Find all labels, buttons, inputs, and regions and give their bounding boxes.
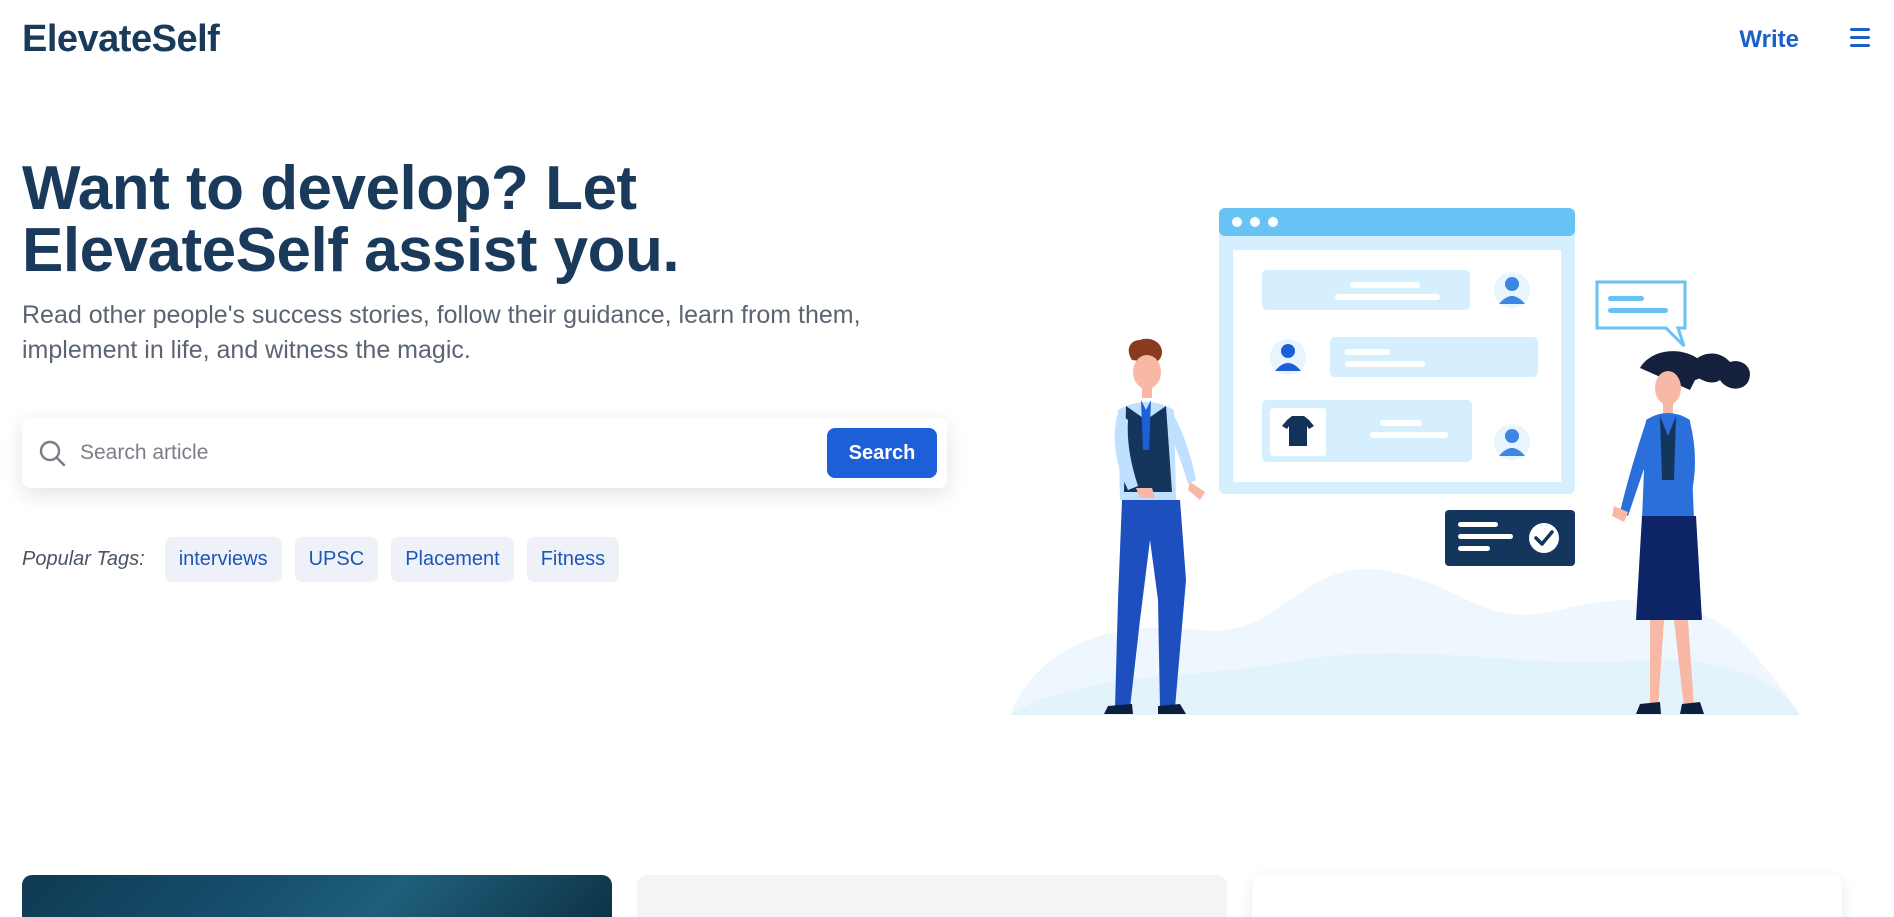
tag-upsc[interactable]: UPSC [294, 537, 379, 582]
tag-placement[interactable]: Placement [391, 537, 514, 582]
hero-illustration [1010, 208, 1800, 715]
search-button[interactable]: Search [827, 428, 937, 478]
search-bar: Search [22, 418, 947, 488]
search-icon [39, 440, 66, 467]
check-card-graphic [1445, 510, 1575, 566]
hero-subtitle: Read other people's success stories, fol… [22, 301, 861, 364]
article-card-2[interactable] [637, 875, 1227, 917]
tag-fitness[interactable]: Fitness [526, 537, 620, 582]
article-card-1[interactable] [22, 875, 612, 917]
tag-interviews[interactable]: interviews [164, 537, 282, 582]
search-input[interactable] [80, 430, 780, 476]
chat-bubble-graphic [1595, 280, 1687, 348]
hamburger-icon[interactable] [1848, 28, 1872, 50]
browser-window-graphic [1219, 208, 1575, 494]
popular-tags-label: Popular Tags: [22, 548, 145, 570]
hero-title: Want to develop? Let ElevateSelf assist … [22, 154, 680, 285]
article-card-3[interactable] [1252, 875, 1842, 917]
write-link[interactable]: Write [1739, 26, 1799, 54]
navbar: ElevateSelf Write [0, 0, 1894, 80]
popular-tags: Popular Tags: interviews UPSC Placement … [22, 537, 632, 582]
site-logo[interactable]: ElevateSelf [22, 18, 220, 61]
